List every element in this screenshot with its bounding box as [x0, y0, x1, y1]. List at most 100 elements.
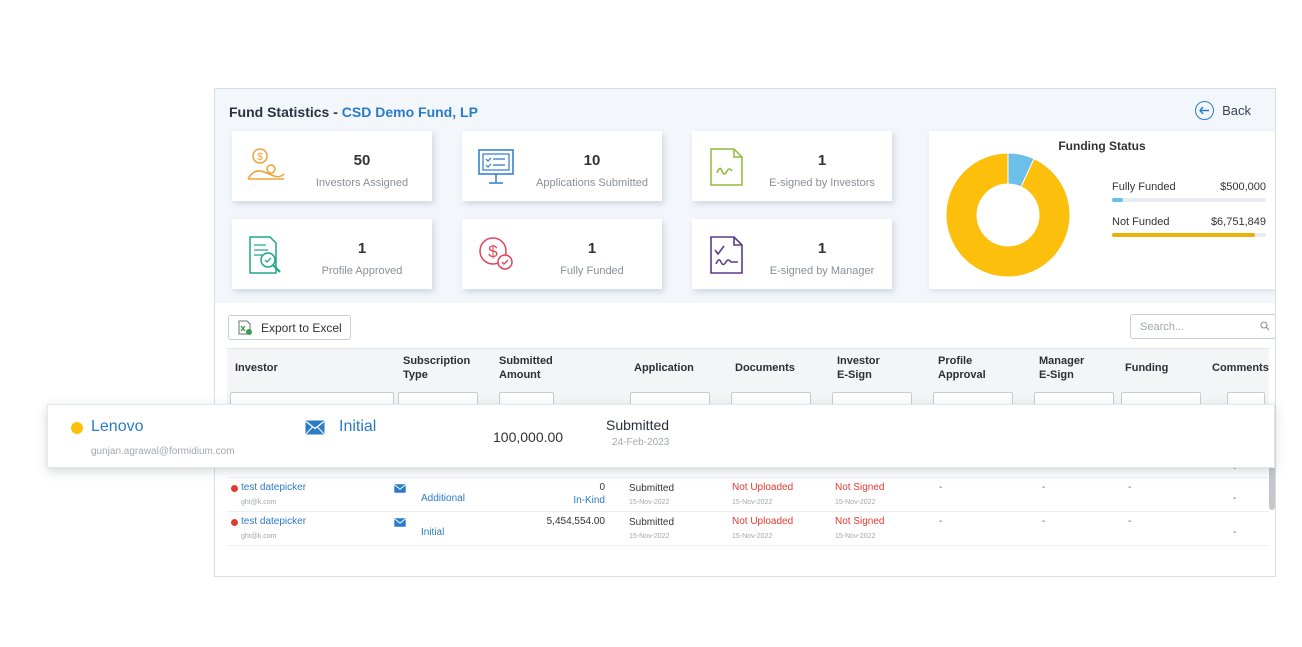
- investor-name-link[interactable]: test datepicker: [241, 516, 306, 527]
- documents-date: 15-Nov-2022: [732, 533, 773, 540]
- column-header-line: Approval: [938, 369, 986, 381]
- column-header-line: Investor: [837, 354, 880, 367]
- column-header-line: Subscription: [403, 354, 471, 367]
- legend-label: Fully Funded: [1112, 181, 1176, 193]
- column-header-label: Investor E-Sign: [837, 354, 880, 383]
- title-prefix: Fund Statistics -: [229, 104, 342, 120]
- column-header[interactable]: Documents: [735, 349, 830, 387]
- column-header-label: Manager E-Sign: [1039, 354, 1084, 383]
- search-input[interactable]: [1130, 314, 1275, 339]
- mail-icon[interactable]: [394, 518, 406, 527]
- column-header-label: Documents: [735, 361, 795, 375]
- table-row[interactable]: test datepicker ght@k.com Initial 5,454,554…: [227, 512, 1269, 546]
- column-header-label: Application: [634, 361, 694, 375]
- column-header[interactable]: Investor: [235, 349, 395, 387]
- column-header[interactable]: Manager E-Sign: [1039, 349, 1124, 387]
- funding-status: -: [1128, 482, 1132, 493]
- monitor-checklist-icon: [478, 149, 514, 184]
- stat-value: 10: [583, 152, 601, 169]
- investor-name-link[interactable]: test datepicker: [241, 482, 306, 493]
- application-date: 24-Feb-2023: [612, 437, 670, 448]
- documents-date: 15-Nov-2022: [732, 499, 773, 506]
- table-row[interactable]: test datepicker ght@k.com Additional 0 In-Ki…: [227, 478, 1269, 512]
- stat-value: 1: [357, 240, 367, 257]
- column-header[interactable]: Application: [634, 349, 729, 387]
- svg-text:$: $: [488, 242, 498, 261]
- status-dot: [231, 485, 238, 492]
- column-header-line: Type: [403, 369, 428, 381]
- column-header-line: E-Sign: [1039, 369, 1074, 381]
- funding-status-panel: Funding Status Fully Funded $500,000 Not…: [929, 131, 1275, 289]
- fund-name-link[interactable]: CSD Demo Fund, LP: [342, 104, 478, 120]
- mail-icon[interactable]: [305, 420, 325, 435]
- back-arrow-icon: [1195, 101, 1215, 120]
- back-label: Back: [1222, 103, 1251, 118]
- column-header[interactable]: Subscription Type: [403, 349, 493, 387]
- stat-value: 1: [817, 152, 827, 169]
- investor-name-link[interactable]: Lenovo: [91, 418, 144, 436]
- subscription-type-link[interactable]: Initial: [421, 527, 444, 538]
- page-title: Fund Statistics - CSD Demo Fund, LP: [229, 104, 478, 120]
- svg-text:$: $: [257, 152, 263, 163]
- investor-esign-status: Not Signed: [835, 482, 885, 493]
- column-header-line: Profile: [938, 354, 973, 367]
- investor-esign-date: 15-Nov-2022: [835, 499, 876, 506]
- stat-label: E-signed by Investors: [769, 177, 875, 189]
- column-header-line: Funding: [1125, 361, 1169, 374]
- mail-icon[interactable]: [394, 484, 406, 493]
- fund-statistics-window: Fund Statistics - CSD Demo Fund, LP Back…: [214, 88, 1276, 577]
- column-header-label: Funding: [1125, 361, 1168, 375]
- comments: -: [1233, 493, 1237, 504]
- column-header-line: Manager: [1039, 354, 1085, 367]
- column-header[interactable]: Submitted Amount: [499, 349, 599, 387]
- column-header[interactable]: Funding: [1125, 349, 1210, 387]
- stat-card-profile-approved: 1 Profile Approved: [232, 219, 432, 289]
- legend-fully-funded: Fully Funded $500,000: [1112, 181, 1266, 202]
- application-date: 15-Nov-2022: [629, 533, 670, 540]
- search-icon[interactable]: [1260, 321, 1270, 331]
- investor-email: ght@k.com: [241, 533, 277, 540]
- comments: -: [1233, 527, 1237, 538]
- legend-bar-fill-not-funded: [1112, 233, 1256, 237]
- submitted-amount: 100,000.00: [493, 429, 564, 445]
- column-header[interactable]: Profile Approval: [938, 349, 1033, 387]
- stat-card-e-signed-investors: 1 E-signed by Investors: [692, 131, 892, 201]
- donut-slice-not-funded[interactable]: [945, 152, 1071, 278]
- column-header[interactable]: Investor E-Sign: [837, 349, 932, 387]
- stage: Fund Statistics - CSD Demo Fund, LP Back…: [0, 0, 1302, 647]
- highlighted-investor-row[interactable]: Lenovo gunjan.agrawal@formidium.com Init…: [47, 404, 1275, 468]
- investor-money-icon: $: [247, 148, 285, 180]
- dollar-check-icon: $: [479, 237, 513, 270]
- application-status: Submitted: [629, 483, 675, 494]
- stat-label: Investors Assigned: [315, 177, 409, 189]
- subscription-type-link[interactable]: Additional: [421, 493, 465, 504]
- subscription-type-link[interactable]: Initial: [339, 418, 376, 436]
- back-button[interactable]: Back: [1195, 101, 1251, 120]
- stat-value: 1: [817, 240, 827, 257]
- amount-note: In-Kind: [573, 495, 605, 506]
- stat-label: Applications Submitted: [536, 177, 648, 189]
- stat-value: 50: [353, 152, 371, 169]
- document-search-icon: [249, 236, 281, 274]
- investor-esign-status: Not Signed: [835, 516, 885, 527]
- documents-status: Not Uploaded: [732, 482, 794, 493]
- column-header[interactable]: Comments: [1212, 349, 1272, 387]
- application-status: Submitted: [606, 417, 670, 433]
- profile-approval-status: -: [939, 516, 943, 527]
- export-to-excel-button[interactable]: Export to Excel: [228, 315, 351, 340]
- column-header-label: Subscription Type: [403, 354, 470, 383]
- legend-bar-track: [1112, 233, 1266, 237]
- manager-esign-status: -: [1042, 516, 1046, 527]
- submitted-amount: 5,454,554.00: [546, 516, 605, 527]
- stat-card-applications-submitted: 10 Applications Submitted: [462, 131, 662, 201]
- column-header-label: Comments: [1212, 361, 1269, 375]
- legend-amount: $6,751,849: [1210, 216, 1266, 228]
- scrollbar-thumb[interactable]: [1269, 465, 1275, 510]
- column-header-line: Submitted: [499, 354, 553, 367]
- column-header-label: Profile Approval: [938, 354, 986, 383]
- application-status: Submitted: [629, 517, 675, 528]
- stat-card-investors-assigned: $ 50 Investors Assigned: [232, 131, 432, 201]
- column-header-line: Documents: [735, 361, 795, 374]
- column-header-label: Submitted Amount: [499, 354, 553, 383]
- column-header-line: Application: [634, 361, 694, 374]
